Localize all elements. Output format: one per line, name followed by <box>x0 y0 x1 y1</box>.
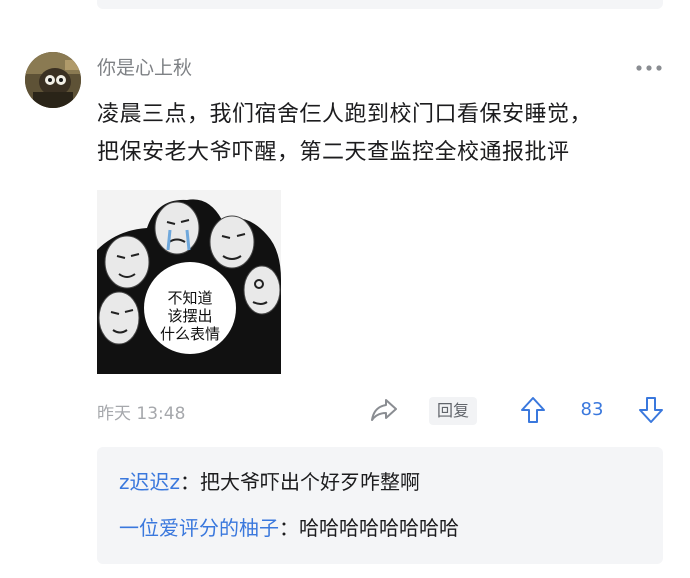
username[interactable]: 你是心上秋 <box>97 55 192 81</box>
replies-box: z迟迟z：把大爷吓出个好歹咋整啊 一位爱评分的柚子：哈哈哈哈哈哈哈哈 <box>97 447 663 564</box>
sticker-text-3: 什么表情 <box>160 325 220 343</box>
comment-line-1: 凌晨三点，我们宿舍仨人跑到校门口看保安睡觉， <box>97 102 593 127</box>
user-avatar[interactable] <box>25 52 81 108</box>
reply-item[interactable]: z迟迟z：把大爷吓出个好歹咋整啊 <box>119 468 420 496</box>
downvote-icon[interactable] <box>638 396 664 424</box>
sticker-graphic: 不知道 该摆出 什么表情 <box>97 190 281 374</box>
share-icon[interactable] <box>369 396 399 424</box>
sticker-image[interactable]: 不知道 该摆出 什么表情 <box>97 190 281 374</box>
reply-author[interactable]: 一位爱评分的柚子 <box>119 516 279 540</box>
reply-button[interactable]: 回复 <box>429 397 477 425</box>
comment-actions: 昨天 13:48 回复 83 <box>97 396 667 426</box>
reply-text: 把大爷吓出个好歹咋整啊 <box>200 470 420 494</box>
reply-separator: ： <box>279 516 299 540</box>
comment-page: 你是心上秋 凌晨三点，我们宿舍仨人跑到校门口看保安睡觉， 把保安老大爷吓醒，第二… <box>0 0 690 578</box>
reply-item[interactable]: 一位爱评分的柚子：哈哈哈哈哈哈哈哈 <box>119 514 459 542</box>
more-icon[interactable] <box>634 57 664 79</box>
comment-text: 凌晨三点，我们宿舍仨人跑到校门口看保安睡觉， 把保安老大爷吓醒，第二天查监控全校… <box>97 96 667 172</box>
avatar-image <box>25 52 81 108</box>
comment-line-2: 把保安老大爷吓醒，第二天查监控全校通报批评 <box>97 140 570 165</box>
sticker-text-2: 该摆出 <box>167 307 212 325</box>
sticker-text-1: 不知道 <box>167 289 212 307</box>
timestamp: 昨天 13:48 <box>97 404 186 424</box>
reply-text: 哈哈哈哈哈哈哈哈 <box>299 516 459 540</box>
upvote-icon[interactable] <box>520 396 546 424</box>
vote-count: 83 <box>580 399 604 420</box>
reply-separator: ： <box>180 470 200 494</box>
reply-author[interactable]: z迟迟z <box>119 470 180 494</box>
previous-replies-box <box>97 0 663 9</box>
